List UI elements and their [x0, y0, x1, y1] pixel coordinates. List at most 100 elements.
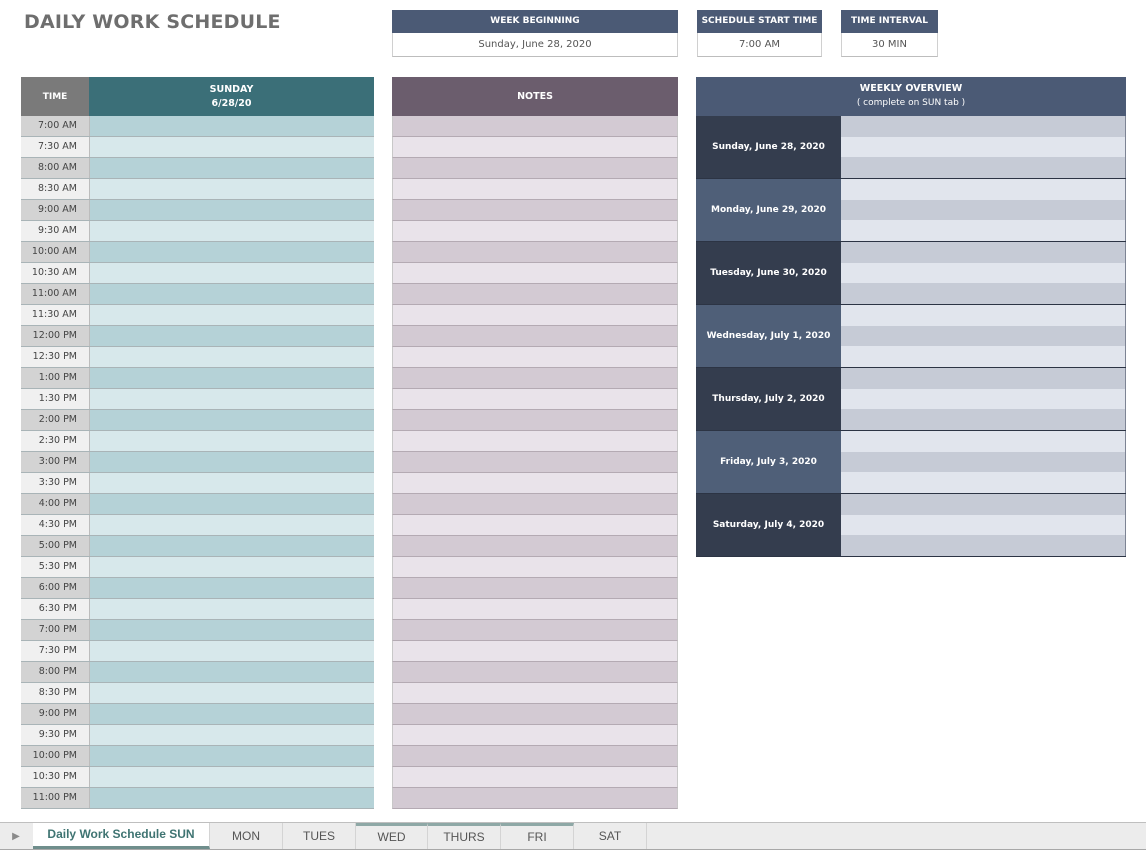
schedule-cell[interactable]: [89, 347, 374, 367]
overview-entry-cell[interactable]: [841, 368, 1125, 389]
schedule-cell[interactable]: [89, 284, 374, 304]
schedule-cell[interactable]: [89, 116, 374, 136]
overview-entry-cell[interactable]: [841, 157, 1125, 179]
overview-entry-cell[interactable]: [841, 431, 1125, 452]
notes-cell[interactable]: [392, 284, 678, 305]
schedule-cell[interactable]: [89, 305, 374, 325]
overview-entry-cell[interactable]: [841, 179, 1125, 200]
overview-entry-cell[interactable]: [841, 409, 1125, 431]
schedule-cell[interactable]: [89, 704, 374, 724]
schedule-cell[interactable]: [89, 242, 374, 262]
weekly-overview: WEEKLY OVERVIEW ( complete on SUN tab ) …: [696, 77, 1126, 557]
schedule-cell[interactable]: [89, 725, 374, 745]
schedule-cell[interactable]: [89, 452, 374, 472]
start-time-value[interactable]: 7:00 AM: [697, 33, 822, 57]
schedule-cell[interactable]: [89, 221, 374, 241]
schedule-cell[interactable]: [89, 683, 374, 703]
notes-cell[interactable]: [392, 473, 678, 494]
notes-cell[interactable]: [392, 431, 678, 452]
overview-entry-cell[interactable]: [841, 388, 1125, 410]
overview-entry-cell[interactable]: [841, 262, 1125, 284]
notes-cell[interactable]: [392, 137, 678, 158]
notes-cell[interactable]: [392, 179, 678, 200]
schedule-cell[interactable]: [89, 767, 374, 787]
notes-cell[interactable]: [392, 221, 678, 242]
schedule-cell[interactable]: [89, 578, 374, 598]
schedule-cell[interactable]: [89, 599, 374, 619]
notes-cell[interactable]: [392, 305, 678, 326]
schedule-cell[interactable]: [89, 788, 374, 808]
notes-cell[interactable]: [392, 767, 678, 788]
time-interval-value[interactable]: 30 MIN: [841, 33, 938, 57]
schedule-cell[interactable]: [89, 515, 374, 535]
schedule-cell[interactable]: [89, 746, 374, 766]
play-arrow-icon[interactable]: ▶: [0, 823, 32, 849]
schedule-cell[interactable]: [89, 410, 374, 430]
overview-entry-cell[interactable]: [841, 451, 1125, 473]
notes-cell[interactable]: [392, 452, 678, 473]
schedule-cell[interactable]: [89, 389, 374, 409]
overview-entry-cell[interactable]: [841, 305, 1125, 326]
schedule-cell[interactable]: [89, 368, 374, 388]
schedule-cell[interactable]: [89, 536, 374, 556]
notes-cell[interactable]: [392, 263, 678, 284]
schedule-cell[interactable]: [89, 200, 374, 220]
schedule-cell[interactable]: [89, 641, 374, 661]
notes-cell[interactable]: [392, 641, 678, 662]
notes-cell[interactable]: [392, 683, 678, 704]
notes-cell[interactable]: [392, 599, 678, 620]
schedule-cell[interactable]: [89, 326, 374, 346]
overview-entry-cell[interactable]: [841, 283, 1125, 305]
tab-wed[interactable]: WED: [356, 823, 428, 849]
schedule-cell[interactable]: [89, 494, 374, 514]
schedule-cell[interactable]: [89, 557, 374, 577]
tab-sun[interactable]: Daily Work Schedule SUN: [33, 823, 210, 849]
schedule-cell[interactable]: [89, 473, 374, 493]
tab-tues[interactable]: TUES: [283, 823, 356, 849]
overview-entry-cell[interactable]: [841, 325, 1125, 347]
schedule-cell[interactable]: [89, 158, 374, 178]
tab-fri[interactable]: FRI: [501, 823, 574, 849]
notes-cell[interactable]: [392, 725, 678, 746]
notes-cell[interactable]: [392, 536, 678, 557]
notes-cell[interactable]: [392, 326, 678, 347]
notes-cell[interactable]: [392, 620, 678, 641]
notes-cell[interactable]: [392, 788, 678, 809]
notes-cell[interactable]: [392, 494, 678, 515]
schedule-cell[interactable]: [89, 263, 374, 283]
overview-entry-cell[interactable]: [841, 346, 1125, 368]
schedule-cell[interactable]: [89, 137, 374, 157]
notes-cell[interactable]: [392, 200, 678, 221]
notes-cell[interactable]: [392, 242, 678, 263]
notes-cell[interactable]: [392, 662, 678, 683]
overview-entry-cell[interactable]: [841, 116, 1125, 137]
notes-cell[interactable]: [392, 347, 678, 368]
tab-sat[interactable]: SAT: [574, 823, 647, 849]
schedule-cell[interactable]: [89, 431, 374, 451]
notes-cell[interactable]: [392, 116, 678, 137]
notes-cell[interactable]: [392, 578, 678, 599]
tab-mon[interactable]: MON: [210, 823, 283, 849]
notes-cell[interactable]: [392, 410, 678, 431]
schedule-cell[interactable]: [89, 620, 374, 640]
overview-entry-cell[interactable]: [841, 514, 1125, 536]
notes-cell[interactable]: [392, 557, 678, 578]
schedule-cell[interactable]: [89, 662, 374, 682]
overview-entry-cell[interactable]: [841, 494, 1125, 515]
overview-entry-cell[interactable]: [841, 472, 1125, 494]
overview-entry-cell[interactable]: [841, 199, 1125, 221]
overview-entry-cell[interactable]: [841, 242, 1125, 263]
overview-entry-cell[interactable]: [841, 136, 1125, 158]
notes-cell[interactable]: [392, 158, 678, 179]
notes-cell[interactable]: [392, 515, 678, 536]
notes-cell[interactable]: [392, 704, 678, 725]
week-beginning-value[interactable]: Sunday, June 28, 2020: [392, 33, 678, 57]
notes-cell[interactable]: [392, 389, 678, 410]
overview-entry-cell[interactable]: [841, 535, 1125, 557]
overview-entry-cell[interactable]: [841, 220, 1125, 242]
notes-cell[interactable]: [392, 746, 678, 767]
tab-thurs[interactable]: THURS: [428, 823, 501, 849]
notes-cell[interactable]: [392, 368, 678, 389]
schedule-cell[interactable]: [89, 179, 374, 199]
time-cell: 2:00 PM: [21, 410, 89, 430]
